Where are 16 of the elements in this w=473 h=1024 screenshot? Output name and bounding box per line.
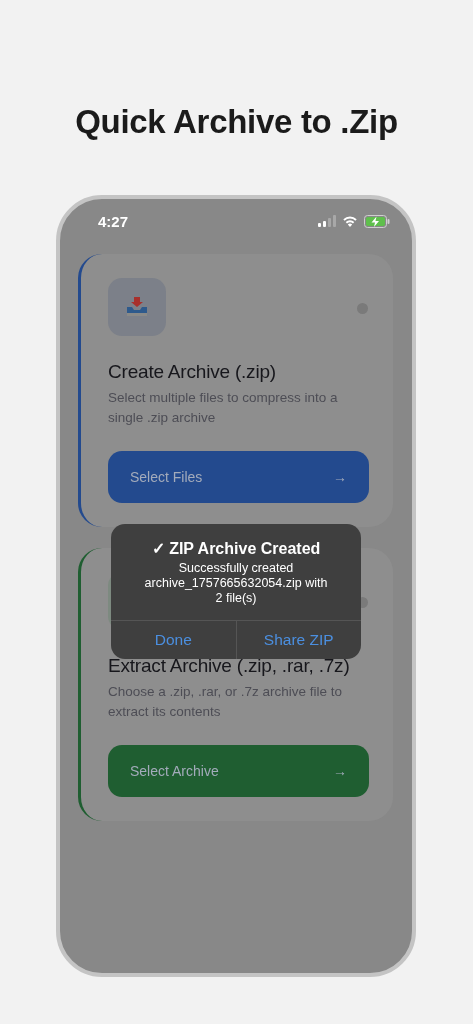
- page-headline: Quick Archive to .Zip: [74, 103, 399, 141]
- arrow-icon: →: [333, 469, 347, 485]
- alert-message: Successfully created archive_1757665632054.zip with 2 file(s): [143, 561, 329, 607]
- card-title: Create Archive (.zip): [108, 361, 277, 383]
- wifi-icon: [342, 215, 358, 227]
- status-time: 4:27: [98, 212, 129, 230]
- select-button[interactable]: Select Archive →: [108, 745, 369, 797]
- arrow-icon: →: [333, 763, 347, 779]
- card-description: Select multiple files to compress into a single .zip archive: [108, 389, 339, 427]
- battery-icon: [364, 214, 390, 228]
- card-description: Choose a .zip, .rar, or .7z archive file to extract its contents: [108, 683, 344, 721]
- inbox-icon: [126, 296, 148, 318]
- signal-icon: [318, 215, 336, 227]
- select-button[interactable]: Select Files →: [108, 451, 369, 503]
- alert-button[interactable]: Share ZIP: [235, 621, 361, 659]
- alert-title: ✓ ZIP Archive Created: [150, 539, 322, 558]
